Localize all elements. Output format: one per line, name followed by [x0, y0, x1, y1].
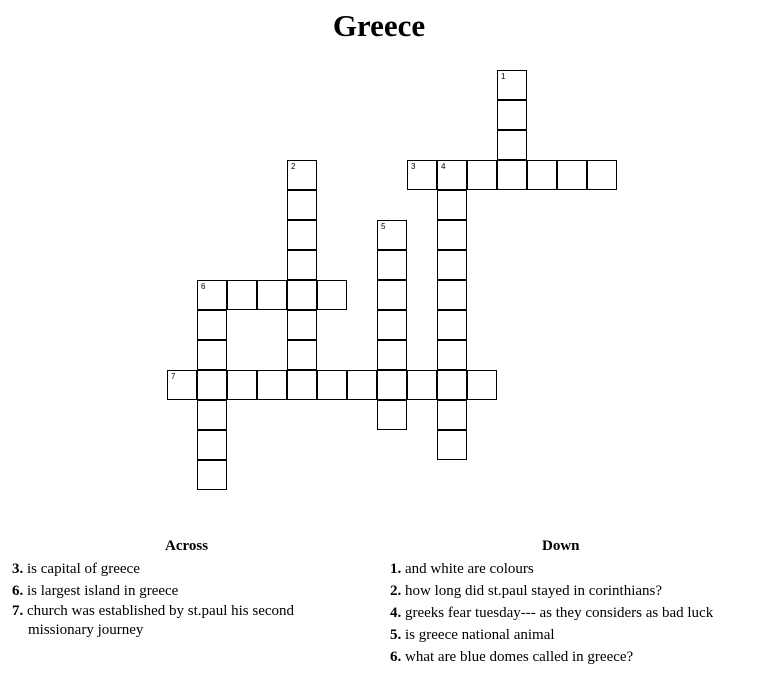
cell-number: 1 [501, 72, 506, 81]
across-clue-text-cont: missionary journey [28, 622, 144, 638]
grid-cell[interactable] [437, 370, 467, 400]
down-clue-4: 4. greeks fear tuesday--- as they consid… [390, 602, 713, 624]
cell-number: 2 [291, 162, 296, 171]
across-clue-number: 7. [12, 603, 24, 619]
grid-cell[interactable] [317, 370, 347, 400]
across-clue-number: 3. [12, 561, 24, 577]
grid-cell[interactable] [197, 370, 227, 400]
grid-cell[interactable]: 7 [167, 370, 197, 400]
down-clue-1: 1. and white are colours [390, 558, 534, 580]
grid-cell[interactable] [197, 430, 227, 460]
across-clue-3: 3. is capital of greece [12, 558, 140, 580]
grid-cell[interactable] [467, 160, 497, 190]
cell-number: 7 [171, 372, 176, 381]
grid-cell[interactable] [437, 220, 467, 250]
grid-cell[interactable] [437, 430, 467, 460]
grid-cell[interactable] [497, 160, 527, 190]
down-clue-6: 6. what are blue domes called in greece? [390, 646, 633, 668]
grid-cell[interactable] [287, 340, 317, 370]
grid-cell[interactable]: 2 [287, 160, 317, 190]
down-clue-number: 6. [390, 649, 402, 665]
grid-cell[interactable] [377, 340, 407, 370]
down-clue-2: 2. how long did st.paul stayed in corint… [390, 580, 662, 602]
grid-cell[interactable] [227, 280, 257, 310]
grid-cell[interactable] [257, 280, 287, 310]
grid-cell[interactable] [287, 220, 317, 250]
grid-cell[interactable] [197, 340, 227, 370]
grid-cell[interactable] [377, 310, 407, 340]
grid-cell[interactable]: 1 [497, 70, 527, 100]
grid-cell[interactable] [377, 280, 407, 310]
grid-cell[interactable] [497, 130, 527, 160]
grid-cell[interactable] [287, 190, 317, 220]
down-clue-text: how long did st.paul stayed in corinthia… [405, 583, 663, 599]
grid-cell[interactable] [497, 100, 527, 130]
grid-cell[interactable] [587, 160, 617, 190]
grid-cell[interactable] [437, 310, 467, 340]
down-clue-text: is greece national animal [405, 627, 555, 643]
grid-cell[interactable] [557, 160, 587, 190]
grid-cell[interactable] [197, 400, 227, 430]
down-clue-text: and white are colours [405, 561, 534, 577]
grid-cell[interactable] [197, 460, 227, 490]
across-clue-text: is capital of greece [27, 561, 140, 577]
down-clue-5: 5. is greece national animal [390, 624, 555, 646]
grid-cell[interactable] [197, 310, 227, 340]
down-clue-text: what are blue domes called in greece? [405, 649, 634, 665]
grid-cell[interactable] [407, 370, 437, 400]
down-clue-number: 2. [390, 583, 402, 599]
grid-cell[interactable] [287, 280, 317, 310]
across-clue-7: 7. church was established by st.paul his… [12, 602, 342, 640]
grid-cell[interactable] [527, 160, 557, 190]
across-clue-text: is largest island in greece [27, 583, 179, 599]
grid-cell[interactable] [437, 250, 467, 280]
cell-number: 5 [381, 222, 386, 231]
down-clue-number: 4. [390, 605, 402, 621]
across-clue-6: 6. is largest island in greece [12, 580, 178, 602]
across-heading: Across [165, 538, 209, 554]
grid-cell[interactable] [377, 370, 407, 400]
down-clue-number: 5. [390, 627, 402, 643]
crossword-grid: 1 2 3 4 5 6 7 [0, 0, 758, 500]
grid-cell[interactable]: 6 [197, 280, 227, 310]
grid-cell[interactable] [437, 340, 467, 370]
grid-cell[interactable] [377, 250, 407, 280]
grid-cell[interactable] [257, 370, 287, 400]
across-clue-number: 6. [12, 583, 24, 599]
grid-cell[interactable] [317, 280, 347, 310]
grid-cell[interactable] [287, 370, 317, 400]
cell-number: 3 [411, 162, 416, 171]
grid-cell[interactable] [437, 190, 467, 220]
down-clue-number: 1. [390, 561, 402, 577]
grid-cell[interactable] [377, 400, 407, 430]
grid-cell[interactable] [287, 250, 317, 280]
across-clue-text: church was established by st.paul his se… [27, 603, 295, 619]
cell-number: 4 [441, 162, 446, 171]
down-clue-text: greeks fear tuesday--- as they considers… [405, 605, 714, 621]
grid-cell[interactable] [227, 370, 257, 400]
down-heading: Down [542, 538, 580, 554]
grid-cell[interactable]: 4 [437, 160, 467, 190]
grid-cell[interactable] [467, 370, 497, 400]
grid-cell[interactable] [287, 310, 317, 340]
grid-cell[interactable]: 5 [377, 220, 407, 250]
grid-cell[interactable]: 3 [407, 160, 437, 190]
grid-cell[interactable] [437, 280, 467, 310]
cell-number: 6 [201, 282, 206, 291]
grid-cell[interactable] [347, 370, 377, 400]
grid-cell[interactable] [437, 400, 467, 430]
